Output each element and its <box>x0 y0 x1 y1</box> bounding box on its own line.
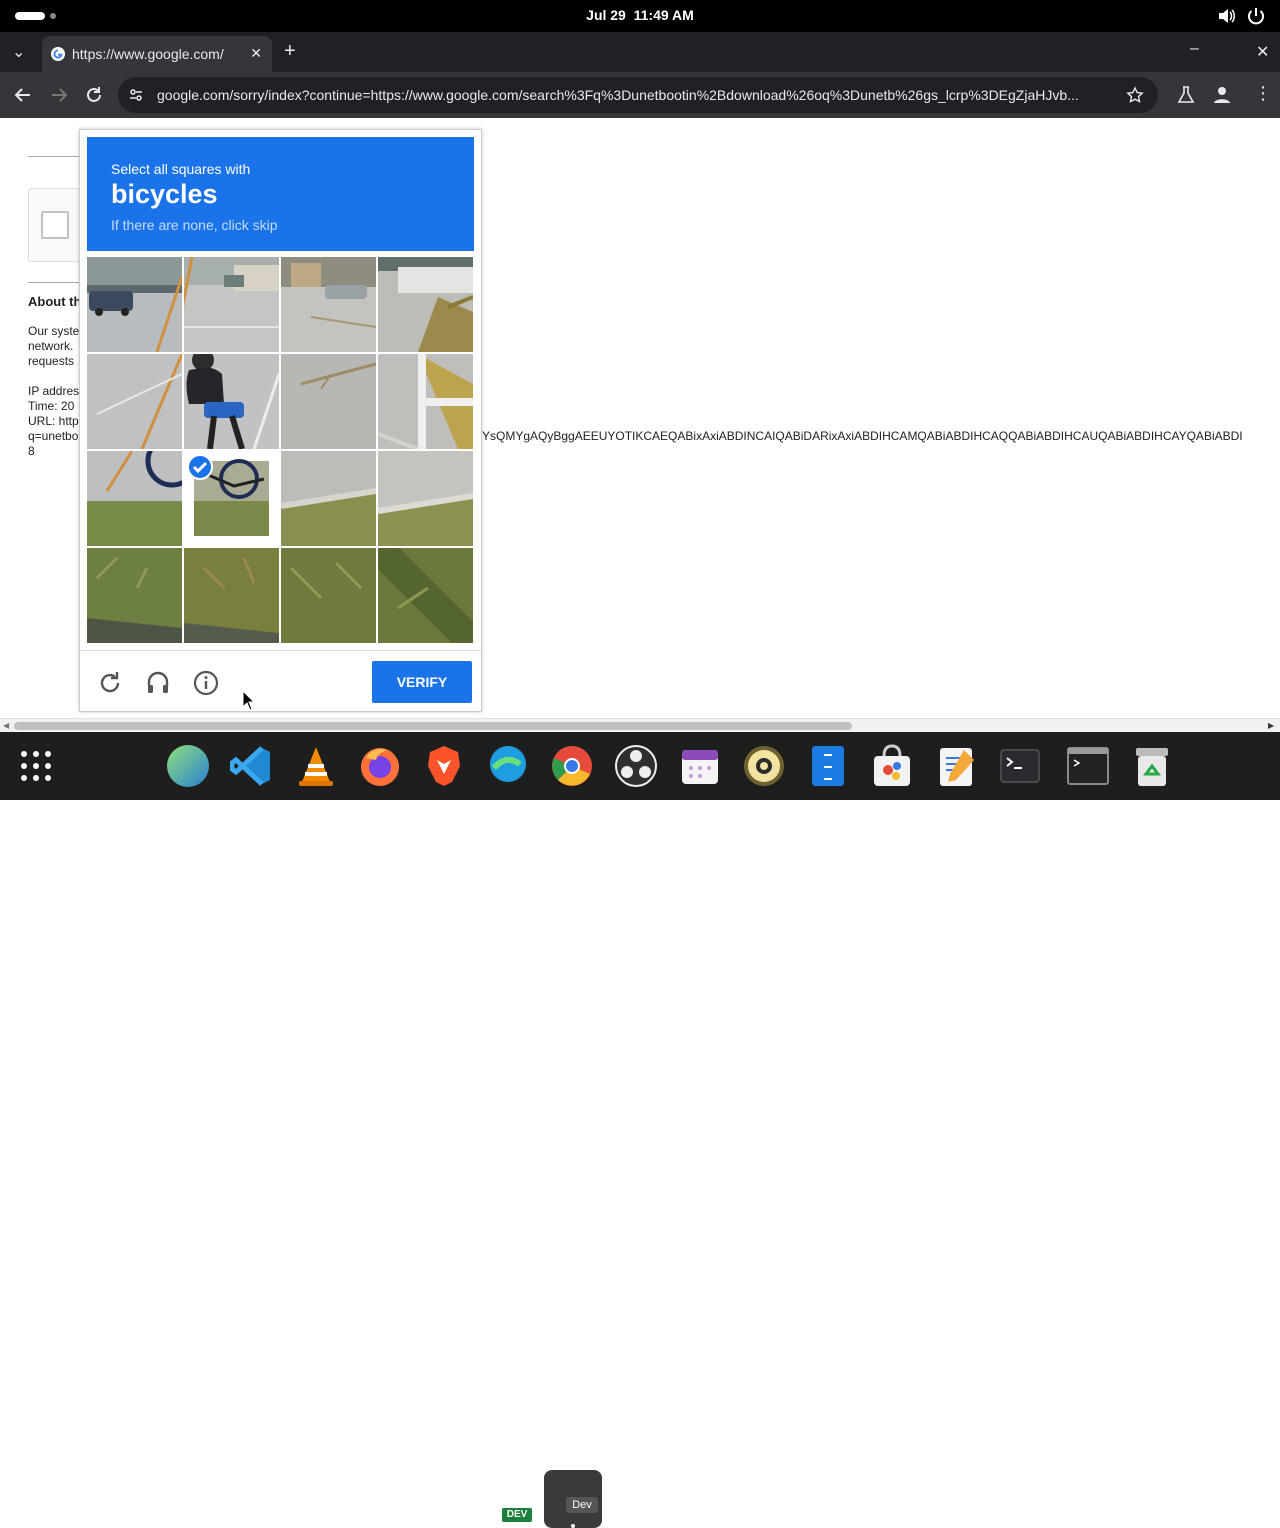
grid-tile-13[interactable] <box>184 548 279 643</box>
edge-dev-badge: DEV <box>502 1508 532 1522</box>
volume-icon[interactable] <box>1216 6 1236 26</box>
new-tab-button[interactable]: + <box>284 40 296 63</box>
scroll-right-icon[interactable]: ▶ <box>1268 721 1274 730</box>
site-info-icon[interactable] <box>128 87 144 103</box>
scrollbar-thumb[interactable] <box>14 722 852 730</box>
chrome-dev-icon[interactable] <box>550 744 594 788</box>
terminal-2-icon[interactable] <box>1066 744 1110 788</box>
challenge-header: Select all squares with bicycles If ther… <box>87 137 474 251</box>
audio-challenge-icon[interactable] <box>144 669 172 697</box>
grid-tile-15[interactable] <box>378 548 473 643</box>
forward-icon[interactable] <box>48 84 70 106</box>
close-window-button[interactable]: ✕ <box>1256 42 1269 62</box>
image-grid <box>87 257 474 644</box>
grid-tile-1[interactable] <box>184 257 279 352</box>
target-object: bicycles <box>111 179 218 209</box>
brave-icon[interactable] <box>422 744 466 788</box>
minimize-button[interactable]: – <box>1190 40 1199 58</box>
file-cabinet-icon[interactable] <box>806 744 850 788</box>
menu-kebab-icon[interactable]: ⋮ <box>1254 84 1272 102</box>
clock[interactable]: Jul 29 11:49 AM <box>0 7 1280 23</box>
chrome-dev-badge: Dev <box>566 1497 598 1513</box>
verify-button[interactable]: VERIFY <box>372 661 472 703</box>
address-bar[interactable]: google.com/sorry/index?continue=https://… <box>118 77 1158 113</box>
long-token-text: YsQMYgAQyBggAEEUYOTIKCAEQABixAxiABDINCAI… <box>482 429 1243 443</box>
power-icon[interactable] <box>1246 6 1266 26</box>
recaptcha-challenge: Select all squares with bicycles If ther… <box>79 129 482 712</box>
grid-tile-2[interactable] <box>281 257 376 352</box>
grid-tile-9-selected[interactable] <box>184 451 279 546</box>
edge-dev-icon[interactable] <box>486 744 530 788</box>
tab-strip: ⌄ https://www.google.com/ ✕ + – ✕ <box>0 32 1280 89</box>
speaker-icon[interactable] <box>742 744 786 788</box>
grid-tile-10[interactable] <box>281 451 376 546</box>
grid-tile-14[interactable] <box>281 548 376 643</box>
grid-tile-0[interactable] <box>87 257 182 352</box>
recaptcha-checkbox[interactable] <box>41 211 69 239</box>
app-grid-icon[interactable] <box>14 744 58 788</box>
firefox-icon[interactable] <box>358 744 402 788</box>
about-line: requests <box>28 354 75 368</box>
grid-tile-12[interactable] <box>87 548 182 643</box>
tab-title: https://www.google.com/ <box>72 46 224 62</box>
reload-icon[interactable] <box>83 84 105 106</box>
back-icon[interactable] <box>12 84 34 106</box>
grid-tile-3[interactable] <box>378 257 473 352</box>
tab-search-button[interactable]: ⌄ <box>12 42 25 62</box>
vlc-icon[interactable] <box>294 744 338 788</box>
running-indicator <box>571 1524 575 1528</box>
url-label: URL: http <box>28 414 79 428</box>
bookmark-star-icon[interactable] <box>1126 86 1144 104</box>
running-indicator <box>1019 1524 1023 1528</box>
instruction-text: Select all squares with <box>111 161 251 177</box>
info-icon[interactable] <box>192 669 220 697</box>
mouse-cursor-icon <box>242 690 256 711</box>
time-label: Time: 20 <box>28 399 75 413</box>
ip-address-label: IP addres <box>28 384 80 398</box>
horizontal-scrollbar[interactable]: ◀ ▶ <box>0 718 1280 732</box>
challenge-footer: VERIFY <box>80 650 481 712</box>
running-indicator <box>890 1524 894 1528</box>
about-heading: About th <box>28 294 82 309</box>
url-text: google.com/sorry/index?continue=https://… <box>157 87 1079 103</box>
labs-flask-icon[interactable] <box>1175 84 1197 106</box>
running-indicator <box>1086 1524 1090 1528</box>
google-favicon-icon <box>51 47 65 61</box>
calendar-icon[interactable] <box>678 744 722 788</box>
app-dock: DEV Dev <box>0 732 1280 1528</box>
globe-browser-icon[interactable] <box>166 744 210 788</box>
reload-challenge-icon[interactable] <box>96 669 124 697</box>
grid-tile-7[interactable] <box>378 354 473 449</box>
grid-tile-5[interactable] <box>184 354 279 449</box>
vscode-icon[interactable] <box>230 744 274 788</box>
software-store-icon[interactable] <box>870 744 914 788</box>
skip-hint: If there are none, click skip <box>111 217 278 233</box>
trash-icon[interactable] <box>1130 744 1174 788</box>
trailing-digit: 8 <box>28 444 35 458</box>
about-line: network. <box>28 339 74 353</box>
grid-tile-11[interactable] <box>378 451 473 546</box>
browser-tab[interactable]: https://www.google.com/ ✕ <box>42 36 272 72</box>
scroll-left-icon[interactable]: ◀ <box>3 721 9 730</box>
terminal-icon[interactable] <box>998 744 1042 788</box>
text-editor-icon[interactable] <box>934 744 978 788</box>
query-line: q=unetbo <box>28 429 79 443</box>
running-indicator <box>635 1524 639 1528</box>
profile-icon[interactable] <box>1211 84 1233 106</box>
about-line: Our syste <box>28 324 80 338</box>
grid-tile-8[interactable] <box>87 451 182 546</box>
tab-close-icon[interactable]: ✕ <box>250 45 262 62</box>
browser-toolbar: google.com/sorry/index?continue=https://… <box>0 72 1280 118</box>
grid-tile-6[interactable] <box>281 354 376 449</box>
system-top-bar: Jul 29 11:49 AM <box>0 0 1280 32</box>
selected-check-icon <box>187 454 213 480</box>
obs-icon[interactable] <box>614 744 658 788</box>
grid-tile-4[interactable] <box>87 354 182 449</box>
